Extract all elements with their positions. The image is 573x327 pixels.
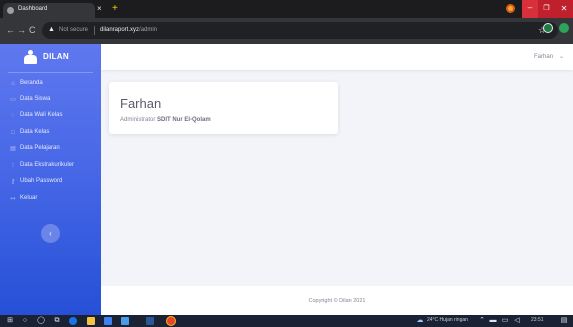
tray-chevron-icon[interactable]: ⌃ <box>478 317 486 325</box>
address-bar[interactable]: ▲ Not secure dilanraport.xyz/admin ☆ <box>42 22 558 39</box>
profile-card: Farhan Administrator SDIT Nur El-Qolam <box>109 82 338 134</box>
new-tab-button[interactable]: + <box>112 3 118 15</box>
edge-icon[interactable] <box>69 317 77 325</box>
window-close-button[interactable]: ✕ <box>555 0 573 18</box>
sidebar-item-beranda[interactable]: ⌂ Beranda <box>0 78 101 90</box>
file-explorer-icon[interactable] <box>87 317 95 325</box>
task-view-icon[interactable]: ⧉ <box>53 317 61 325</box>
minimize-button[interactable]: – <box>522 0 538 18</box>
globe-icon <box>7 7 14 14</box>
sidebar-item-label: Ubah Password <box>20 178 63 184</box>
url-host: dilanraport.xyz <box>100 27 140 33</box>
chrome-icon[interactable] <box>167 317 175 325</box>
profile-name: Farhan <box>120 96 162 111</box>
users-icon: ▭ <box>10 97 16 103</box>
url-separator <box>94 26 95 35</box>
sidebar-item-keluar[interactable]: ↦ Keluar <box>0 193 101 205</box>
brand-link[interactable]: DILAN <box>0 44 101 70</box>
sidebar-item-data-ekstrakurikuler[interactable]: ⁝ Data Ekstrakurikuler <box>0 160 101 172</box>
sidebar-item-label: Keluar <box>20 195 38 201</box>
school-name: SDIT Nur El-Qolam <box>157 117 211 123</box>
user-dropdown[interactable]: Farhan <box>534 54 553 60</box>
sidebar-item-label: Data Pelajaran <box>20 145 60 151</box>
os-taskbar: ⊞ ○ ◯ ⧉ ☁ 24°C Hujan ringan ⌃ ▬ ▭ ◁ 23:5… <box>0 315 573 327</box>
sidebar-item-ubah-password[interactable]: ⚷ Ubah Password <box>0 176 101 188</box>
teacher-icon: ◌ <box>11 113 15 119</box>
word-icon[interactable] <box>146 317 154 325</box>
sidebar-item-label: Data Wali Kelas <box>20 112 63 118</box>
sidebar-item-data-siswa[interactable]: ▭ Data Siswa <box>0 94 101 106</box>
logout-icon: ↦ <box>10 196 16 202</box>
volume-icon[interactable]: ◁ <box>513 317 521 325</box>
windows-start-icon[interactable]: ⊞ <box>6 317 14 325</box>
reload-icon[interactable]: C <box>29 24 36 36</box>
not-secure-label[interactable]: Not secure <box>59 27 88 33</box>
browser-tab[interactable]: Dashboard <box>3 3 95 18</box>
profile-avatar-icon[interactable] <box>559 23 569 33</box>
browser-tab-strip: Dashboard × + – ❐ ✕ <box>0 0 573 18</box>
chevron-down-icon[interactable]: ⌄ <box>559 53 564 60</box>
home-icon: ⌂ <box>11 81 15 87</box>
mail-icon[interactable] <box>121 317 129 325</box>
sidebar-item-label: Data Kelas <box>20 129 50 135</box>
notification-icon[interactable]: ▤ <box>560 317 568 325</box>
cortana-icon[interactable]: ◯ <box>37 317 45 325</box>
cloud-icon: ☁ <box>416 317 424 324</box>
browser-toolbar: ← → C ▲ Not secure dilanraport.xyz/admin… <box>0 18 573 44</box>
network-icon[interactable]: ▬ <box>489 317 497 325</box>
brand-name: DILAN <box>43 52 69 61</box>
footer: Copyright © Dilan 2021 <box>101 286 573 315</box>
sidebar-item-data-kelas[interactable]: □ Data Kelas <box>0 127 101 139</box>
class-icon: □ <box>11 130 15 136</box>
key-icon: ⚷ <box>10 179 16 185</box>
maximize-button[interactable]: ❐ <box>538 0 555 18</box>
url-text: dilanraport.xyz/admin <box>100 27 157 33</box>
forward-icon[interactable]: → <box>17 24 26 36</box>
sidebar: DILAN ⌂ Beranda ▭ Data Siswa ◌ Data Wali… <box>0 44 101 315</box>
sidebar-item-data-wali-kelas[interactable]: ◌ Data Wali Kelas <box>0 110 101 122</box>
sidebar-item-label: Data Siswa <box>20 96 51 102</box>
copyright-text: Copyright © Dilan 2021 <box>308 298 366 304</box>
url-path: /admin <box>139 27 158 33</box>
book-icon: ▤ <box>10 146 16 152</box>
activity-icon: ⁝ <box>12 163 14 169</box>
sidebar-item-label: Data Ekstrakurikuler <box>20 162 75 168</box>
search-icon[interactable]: ○ <box>21 317 29 325</box>
clock-time[interactable]: 23:51 <box>531 317 544 323</box>
profile-role: Administrator SDIT Nur El-Qolam <box>120 117 211 123</box>
warning-icon: ▲ <box>48 26 55 33</box>
topbar: Farhan ⌄ <box>101 44 573 70</box>
role-label: Administrator <box>120 117 156 123</box>
sidebar-toggle-button[interactable]: ‹ <box>41 224 60 243</box>
user-logo-icon <box>24 50 37 64</box>
sidebar-item-label: Beranda <box>20 80 43 86</box>
extension-icon[interactable] <box>506 4 515 13</box>
back-icon[interactable]: ← <box>6 24 15 36</box>
store-icon[interactable] <box>104 317 112 325</box>
sidebar-item-data-pelajaran[interactable]: ▤ Data Pelajaran <box>0 143 101 155</box>
extension-green-icon[interactable] <box>543 23 553 33</box>
weather-text[interactable]: 24°C Hujan ringan <box>427 317 468 323</box>
tab-title: Dashboard <box>18 6 48 12</box>
battery-icon[interactable]: ▭ <box>501 317 509 325</box>
sidebar-divider <box>8 72 93 73</box>
tab-close-icon[interactable]: × <box>97 4 102 14</box>
